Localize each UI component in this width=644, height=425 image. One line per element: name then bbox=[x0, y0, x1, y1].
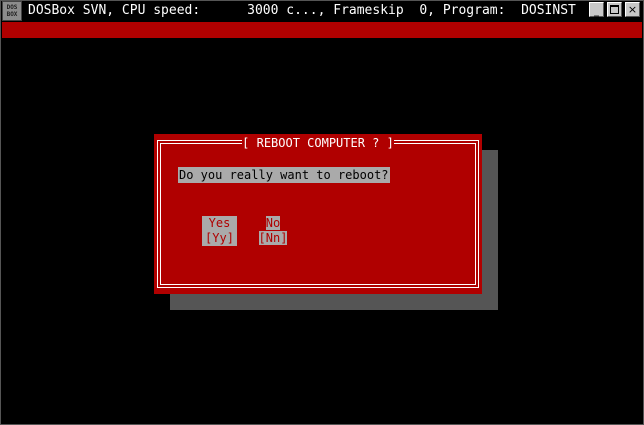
minimize-icon: _ bbox=[594, 5, 599, 17]
no-label-line: No bbox=[255, 216, 291, 231]
no-option[interactable]: No [Nn] bbox=[255, 216, 291, 246]
yes-label: Yes bbox=[208, 216, 231, 230]
no-label: No bbox=[265, 216, 281, 230]
window-title: DOSBox SVN, CPU speed: 3000 c..., Frames… bbox=[28, 3, 576, 18]
reboot-dialog: [ REBOOT COMPUTER ? ] bbox=[154, 134, 482, 294]
dosbox-app-icon[interactable]: DOS BOX bbox=[2, 1, 22, 21]
dosbox-window: DOS BOX DOSBox SVN, CPU speed: 3000 c...… bbox=[0, 0, 644, 425]
yes-option[interactable]: Yes [Yy] bbox=[202, 216, 237, 246]
no-key-hint: [Nn] bbox=[258, 231, 288, 245]
title-bar[interactable]: DOS BOX DOSBox SVN, CPU speed: 3000 c...… bbox=[0, 0, 644, 22]
maximize-button[interactable] bbox=[607, 2, 622, 17]
dos-menu-bar bbox=[2, 22, 642, 38]
dialog-frame-inner bbox=[160, 143, 476, 285]
minimize-button[interactable]: _ bbox=[589, 2, 604, 17]
dialog-title-wrap: [ REBOOT COMPUTER ? ] bbox=[154, 135, 482, 151]
reboot-question: Do you really want to reboot? bbox=[178, 167, 390, 183]
app-icon-text-bottom: BOX bbox=[6, 11, 18, 18]
no-key-line: [Nn] bbox=[255, 231, 291, 246]
yes-key-hint: [Yy] bbox=[205, 231, 234, 245]
dialog-title: [ REBOOT COMPUTER ? ] bbox=[242, 136, 394, 150]
app-icon-text-top: DOS bbox=[6, 4, 18, 11]
close-icon: × bbox=[627, 3, 638, 16]
maximize-icon bbox=[610, 5, 619, 14]
close-button[interactable]: × bbox=[625, 2, 640, 17]
